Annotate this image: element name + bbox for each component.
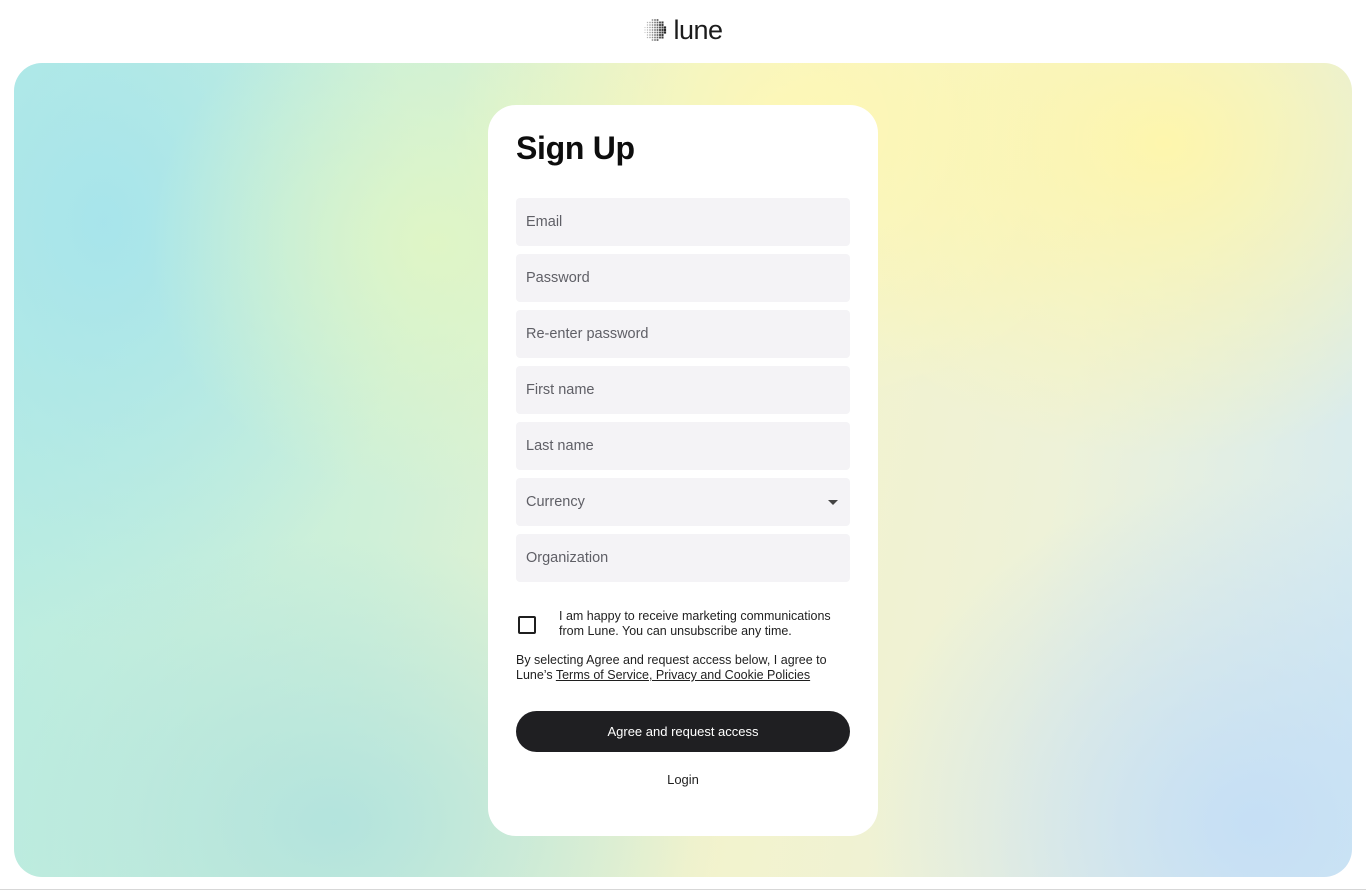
signup-page: lune Sign Up Currency I am happy to rece… bbox=[0, 0, 1366, 892]
marketing-consent-checkbox[interactable] bbox=[518, 616, 536, 634]
marketing-consent-row: I am happy to receive marketing communic… bbox=[516, 609, 850, 639]
currency-select[interactable]: Currency bbox=[516, 478, 850, 526]
bottom-divider bbox=[0, 889, 1366, 890]
chevron-down-icon bbox=[828, 499, 838, 505]
currency-select-label: Currency bbox=[526, 494, 585, 510]
email-input[interactable] bbox=[526, 198, 840, 246]
email-field[interactable] bbox=[516, 198, 850, 246]
last-name-field[interactable] bbox=[516, 422, 850, 470]
terms-link[interactable]: Terms of Service, Privacy and Cookie Pol… bbox=[556, 668, 810, 682]
first-name-input[interactable] bbox=[526, 366, 840, 414]
last-name-input[interactable] bbox=[526, 422, 840, 470]
password-field[interactable] bbox=[516, 254, 850, 302]
first-name-field[interactable] bbox=[516, 366, 850, 414]
page-title: Sign Up bbox=[516, 130, 635, 166]
terms-notice: By selecting Agree and request access be… bbox=[516, 653, 836, 683]
reenter-password-field[interactable] bbox=[516, 310, 850, 358]
organization-input[interactable] bbox=[526, 534, 840, 582]
reenter-password-input[interactable] bbox=[526, 310, 840, 358]
lune-dot-sphere-icon bbox=[644, 19, 667, 41]
marketing-consent-label: I am happy to receive marketing communic… bbox=[559, 609, 831, 638]
login-link[interactable]: Login bbox=[516, 772, 850, 787]
agree-request-access-button[interactable]: Agree and request access bbox=[516, 711, 850, 752]
brand-logo[interactable]: lune bbox=[0, 14, 1366, 46]
organization-field[interactable] bbox=[516, 534, 850, 582]
brand-name: lune bbox=[673, 15, 723, 45]
password-input[interactable] bbox=[526, 254, 840, 302]
